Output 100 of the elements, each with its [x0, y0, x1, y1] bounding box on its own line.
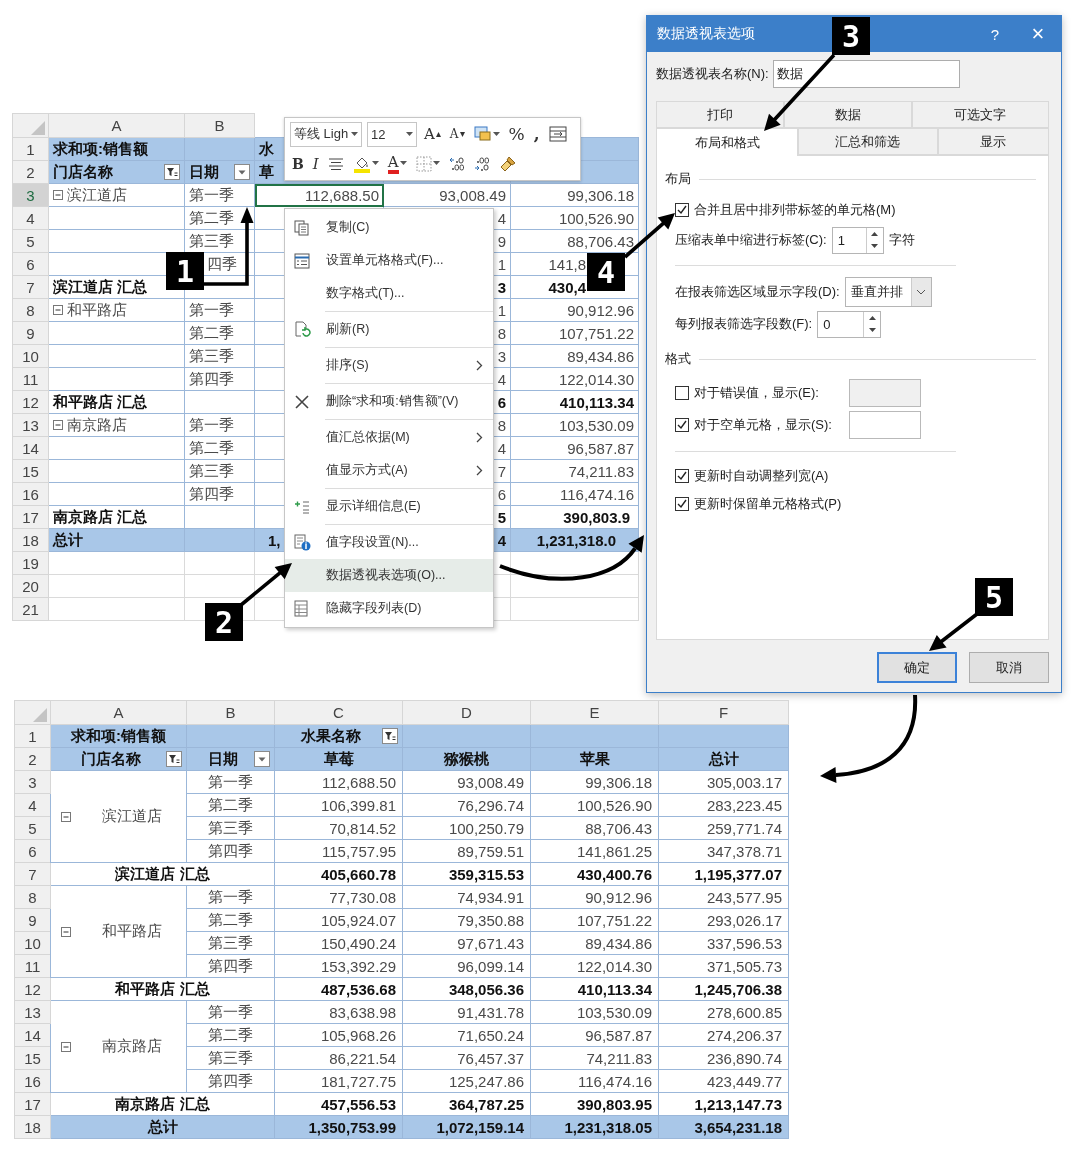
table-cell: 112,688.50 [274, 770, 403, 794]
column-header[interactable]: B [186, 700, 275, 725]
row-number[interactable]: 5 [12, 229, 49, 253]
table-cell: 293,026.17 [658, 908, 789, 932]
tab[interactable]: 布局和格式 [656, 128, 799, 156]
row-number[interactable]: 13 [14, 1000, 51, 1024]
checkbox-label[interactable]: 对于错误值，显示(E): [694, 384, 844, 402]
checkbox[interactable] [675, 203, 689, 217]
row-number[interactable]: 11 [14, 954, 51, 978]
column-header[interactable]: D [402, 700, 531, 725]
table-cell: 107,751.22 [510, 321, 639, 345]
dropdown-button[interactable] [234, 164, 250, 180]
checkbox-label[interactable]: 更新时自动调整列宽(A) [694, 467, 829, 485]
filter-button[interactable] [382, 728, 398, 744]
close-button[interactable]: × [1015, 16, 1061, 52]
row-number[interactable]: 16 [14, 1069, 51, 1093]
row-number[interactable]: 20 [12, 574, 49, 598]
row-number[interactable]: 3 [12, 183, 49, 207]
row-number[interactable]: 13 [12, 413, 49, 437]
row-number[interactable]: 5 [14, 816, 51, 840]
row-number[interactable]: 8 [14, 885, 51, 909]
checkbox-label[interactable]: 更新时保留单元格格式(P) [694, 495, 842, 513]
help-button[interactable]: ? [975, 16, 1015, 52]
font-size-field[interactable]: 12 [367, 121, 417, 147]
row-number[interactable]: 18 [12, 528, 49, 552]
collapse-icon[interactable] [53, 190, 63, 200]
dropdown-button[interactable] [254, 751, 270, 767]
font-field[interactable]: 等线 Ligh [290, 121, 362, 147]
field-settings-icon [294, 534, 311, 551]
column-header[interactable]: F [658, 700, 789, 725]
row-number[interactable]: 16 [12, 482, 49, 506]
collapse-icon[interactable] [61, 1041, 71, 1052]
row-number[interactable]: 17 [12, 505, 49, 529]
row-number[interactable]: 14 [12, 436, 49, 460]
input-field[interactable] [849, 379, 921, 407]
percent-button[interactable]: % [506, 121, 527, 147]
tab[interactable]: 数据 [784, 101, 912, 128]
row-number[interactable]: 10 [14, 931, 51, 955]
name-field[interactable]: 数据 [772, 60, 960, 88]
row-number[interactable]: 6 [14, 839, 51, 863]
table-cell: 第一季 [184, 183, 255, 207]
cancel-button[interactable]: 取消 [969, 652, 1049, 683]
row-number[interactable]: 2 [12, 160, 49, 184]
checkbox[interactable] [675, 469, 689, 483]
filter-button[interactable] [166, 751, 182, 767]
menu-item[interactable]: 隐藏字段列表(D) [285, 592, 493, 625]
table-cell: 90,912.96 [530, 885, 659, 909]
input-field[interactable] [849, 411, 921, 439]
row-number[interactable]: 2 [14, 747, 51, 771]
row-number[interactable]: 12 [14, 977, 51, 1001]
row-number[interactable]: 6 [12, 252, 49, 276]
row-number[interactable]: 4 [12, 206, 49, 230]
number-field[interactable]: 1 [831, 226, 884, 254]
collapse-icon[interactable] [53, 305, 63, 315]
grow-font-button[interactable]: A [422, 121, 443, 147]
checkbox[interactable] [675, 386, 689, 400]
row-number[interactable]: 3 [14, 770, 51, 794]
column-header[interactable]: B [184, 113, 255, 138]
row-number[interactable]: 4 [14, 793, 51, 817]
row-number[interactable]: 19 [12, 551, 49, 575]
table-cell: 390,803.9 [510, 505, 639, 529]
row-number[interactable]: 21 [12, 597, 49, 621]
row-number[interactable]: 15 [12, 459, 49, 483]
collapse-icon[interactable] [53, 420, 63, 430]
shrink-font-button[interactable]: A [447, 121, 467, 147]
tab[interactable]: 可选文字 [911, 101, 1049, 128]
column-header[interactable]: C [274, 700, 403, 725]
row-number[interactable]: 15 [14, 1046, 51, 1070]
row-number[interactable]: 8 [12, 298, 49, 322]
row-number[interactable]: 1 [14, 724, 51, 748]
font-color-button[interactable]: A [385, 151, 409, 177]
checkbox[interactable] [675, 418, 689, 432]
ok-button[interactable]: 确定 [877, 652, 957, 683]
row-number[interactable]: 1 [12, 137, 49, 161]
row-number[interactable]: 11 [12, 367, 49, 391]
row-number[interactable]: 7 [12, 275, 49, 299]
tab[interactable]: 汇总和筛选 [798, 128, 938, 155]
dropdown-field[interactable]: 垂直并排 [844, 277, 932, 307]
menu-item[interactable]: 数据透视表选项(O)... [285, 559, 493, 592]
column-header[interactable]: A [48, 113, 185, 138]
row-number[interactable]: 14 [14, 1023, 51, 1047]
row-number[interactable]: 12 [12, 390, 49, 414]
row-number[interactable]: 18 [14, 1115, 51, 1139]
column-header[interactable]: E [530, 700, 659, 725]
row-number[interactable]: 10 [12, 344, 49, 368]
collapse-icon[interactable] [61, 811, 71, 822]
filter-button[interactable] [164, 164, 180, 180]
tab[interactable]: 显示 [937, 128, 1049, 155]
comma-button[interactable]: , [531, 121, 542, 147]
row-number[interactable]: 7 [14, 862, 51, 886]
collapse-icon[interactable] [61, 926, 71, 937]
row-number[interactable]: 9 [14, 908, 51, 932]
checkbox-label[interactable]: 对于空单元格，显示(S): [694, 416, 844, 434]
column-header[interactable]: A [50, 700, 187, 725]
tab[interactable]: 打印 [656, 101, 785, 128]
row-number[interactable]: 17 [14, 1092, 51, 1116]
checkbox[interactable] [675, 497, 689, 511]
row-number[interactable]: 9 [12, 321, 49, 345]
checkbox-label[interactable]: 合并且居中排列带标签的单元格(M) [694, 201, 896, 219]
number-field[interactable]: 0 [817, 310, 882, 338]
